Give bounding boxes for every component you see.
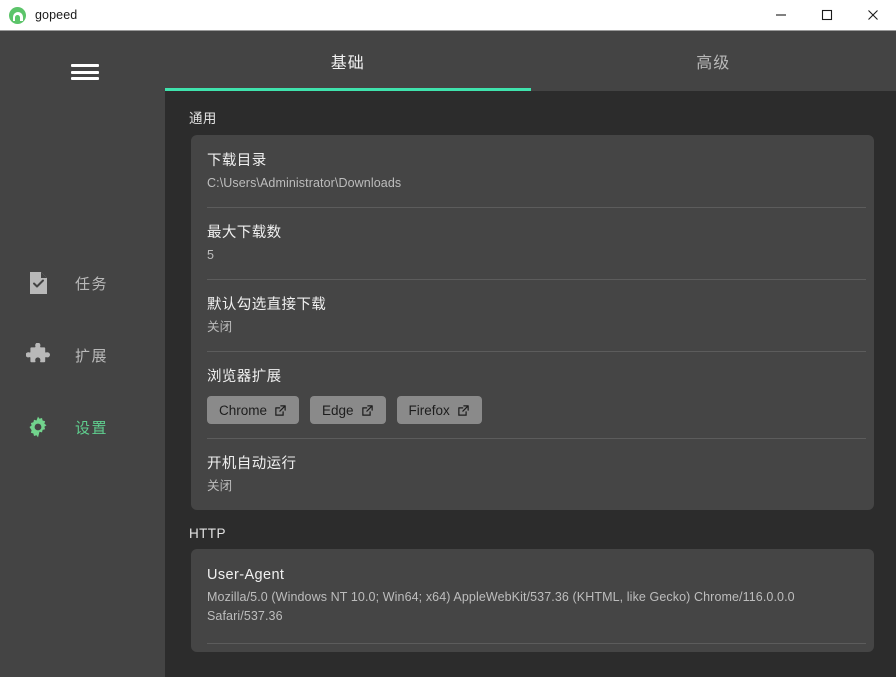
setting-row-download-dir[interactable]: 下载目录 C:\Users\Administrator\Downloads	[191, 135, 874, 207]
setting-label: User-Agent	[207, 565, 858, 585]
gear-icon	[26, 415, 50, 439]
button-label: Chrome	[219, 403, 267, 418]
setting-row-user-agent[interactable]: User-Agent Mozilla/5.0 (Windows NT 10.0;…	[191, 549, 874, 652]
setting-row-max-downloads[interactable]: 最大下载数 5	[191, 207, 874, 279]
settings-card-general: 下载目录 C:\Users\Administrator\Downloads 最大…	[191, 135, 874, 510]
external-link-icon	[274, 404, 287, 417]
tab-advanced[interactable]: 高级	[531, 31, 896, 91]
sidebar-nav: 任务 扩展	[0, 247, 165, 463]
setting-row-browser-extensions: 浏览器扩展 Chrome	[191, 351, 874, 438]
setting-value: Mozilla/5.0 (Windows NT 10.0; Win64; x64…	[207, 588, 847, 626]
sidebar-item-label: 设置	[75, 417, 108, 438]
external-link-icon	[361, 404, 374, 417]
tab-label: 基础	[331, 49, 365, 73]
main-panel: 基础 高级 通用 下载目录 C:\Users\Administrator\Dow…	[165, 31, 896, 677]
close-button[interactable]	[850, 0, 896, 30]
puzzle-piece-icon	[26, 343, 50, 367]
sidebar-item-tasks[interactable]: 任务	[0, 247, 165, 319]
button-label: Edge	[322, 403, 354, 418]
task-document-check-icon	[26, 271, 50, 295]
window-controls	[758, 0, 896, 30]
browser-extension-buttons: Chrome Edge	[207, 396, 858, 424]
sidebar-item-settings[interactable]: 设置	[0, 391, 165, 463]
setting-value: C:\Users\Administrator\Downloads	[207, 174, 858, 193]
section-title-general: 通用	[165, 91, 896, 135]
window-body: 任务 扩展	[0, 31, 896, 677]
setting-row-autostart[interactable]: 开机自动运行 关闭	[191, 438, 874, 510]
sidebar-item-label: 任务	[75, 273, 108, 294]
sidebar-item-label: 扩展	[75, 345, 108, 366]
tab-label: 高级	[696, 49, 730, 73]
settings-scroll-area[interactable]: 通用 下载目录 C:\Users\Administrator\Downloads…	[165, 91, 896, 677]
firefox-extension-button[interactable]: Firefox	[397, 396, 482, 424]
setting-value: 关闭	[207, 318, 858, 337]
maximize-button[interactable]	[804, 0, 850, 30]
title-bar: gopeed	[0, 0, 896, 31]
hamburger-menu-icon[interactable]	[71, 62, 99, 82]
section-title-http: HTTP	[165, 510, 896, 549]
sidebar: 任务 扩展	[0, 31, 165, 677]
minimize-button[interactable]	[758, 0, 804, 30]
button-label: Firefox	[409, 403, 450, 418]
setting-value: 5	[207, 246, 858, 265]
setting-label: 最大下载数	[207, 223, 858, 243]
setting-label: 下载目录	[207, 151, 858, 171]
window-title: gopeed	[35, 8, 77, 22]
settings-card-http: User-Agent Mozilla/5.0 (Windows NT 10.0;…	[191, 549, 874, 652]
edge-extension-button[interactable]: Edge	[310, 396, 386, 424]
sidebar-item-extensions[interactable]: 扩展	[0, 319, 165, 391]
setting-label: 浏览器扩展	[207, 367, 858, 387]
setting-label: 默认勾选直接下载	[207, 295, 858, 315]
setting-value: 关闭	[207, 477, 858, 496]
setting-label: 开机自动运行	[207, 454, 858, 474]
tab-basic[interactable]: 基础	[165, 31, 531, 91]
chrome-extension-button[interactable]: Chrome	[207, 396, 299, 424]
gopeed-logo-icon	[9, 7, 26, 24]
tab-bar: 基础 高级	[165, 31, 896, 91]
app-window: gopeed	[0, 0, 896, 677]
external-link-icon	[457, 404, 470, 417]
setting-row-default-direct-download[interactable]: 默认勾选直接下载 关闭	[191, 279, 874, 351]
